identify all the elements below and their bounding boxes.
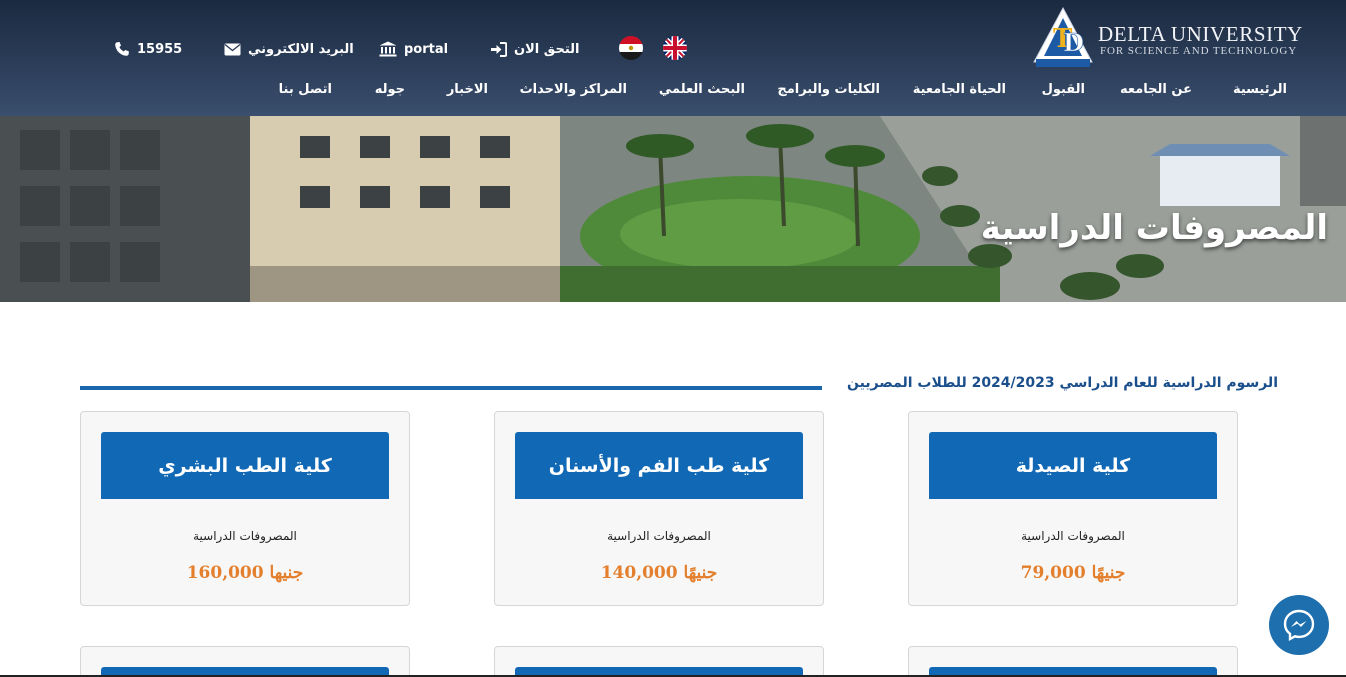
- nav-item-centers[interactable]: المراكز والاحداث: [520, 82, 627, 97]
- fee-card-title[interactable]: كلية طب الفم والأسنان: [515, 432, 803, 499]
- fee-card-label: المصروفات الدراسية: [193, 529, 297, 543]
- email-label: البريد الالكتروني: [248, 41, 354, 57]
- fee-card-partial: [908, 646, 1238, 677]
- nav-item-admission[interactable]: القبول: [1042, 82, 1085, 97]
- svg-text:D: D: [1063, 28, 1084, 57]
- nav-item-contact[interactable]: اتصل بنا: [279, 82, 332, 97]
- logo-university-subtitle: FOR SCIENCE AND TECHNOLOGY: [1100, 45, 1298, 57]
- fees-section-heading: الرسوم الدراسية للعام الدراسي 2024/2023 …: [847, 375, 1278, 391]
- uk-flag-icon: [663, 36, 687, 60]
- phone-link[interactable]: 15955: [114, 36, 182, 62]
- fee-card-price: جنيهًا 79,000: [1020, 563, 1126, 583]
- sign-in-icon: [491, 41, 507, 57]
- page-title: المصروفات الدراسية: [980, 208, 1328, 248]
- nav-item-faculties[interactable]: الكليات والبرامج: [777, 82, 880, 97]
- portal-link[interactable]: portal: [379, 36, 448, 62]
- fee-card-price: جنيهًا 140,000: [600, 563, 718, 583]
- fee-card-label: المصروفات الدراسية: [1021, 529, 1125, 543]
- email-link[interactable]: البريد الالكتروني: [224, 36, 354, 62]
- english-language-flag[interactable]: [663, 36, 687, 60]
- envelope-icon: [224, 43, 241, 55]
- main-nav: الرئيسية عن الجامعه القبول الحياة الجامع…: [0, 82, 1346, 108]
- university-logo[interactable]: T D DELTA UNIVERSITY FOR SCIENCE AND TEC…: [1030, 4, 1330, 70]
- messenger-icon: [1283, 609, 1315, 642]
- egypt-flag-icon: [619, 36, 643, 60]
- fee-card-partial: [80, 646, 410, 677]
- university-logo-mark: T D: [1033, 6, 1093, 67]
- phone-icon: [115, 42, 129, 56]
- nav-item-home[interactable]: الرئيسية: [1233, 82, 1287, 97]
- fee-card-price: جنيها 160,000: [186, 563, 304, 583]
- fee-card-label: المصروفات الدراسية: [607, 529, 711, 543]
- fee-card-dentistry: كلية طب الفم والأسنان المصروفات الدراسية…: [494, 411, 824, 606]
- fee-card-partial: [494, 646, 824, 677]
- portal-label: portal: [404, 41, 449, 57]
- nav-item-research[interactable]: البحث العلمي: [659, 82, 745, 97]
- nav-item-tour[interactable]: جوله: [375, 82, 405, 97]
- section-divider: [80, 386, 822, 390]
- bank-icon: [379, 41, 397, 57]
- fee-card-title[interactable]: كلية الصيدلة: [929, 432, 1217, 499]
- messenger-chat-button[interactable]: [1269, 595, 1329, 655]
- site-header: T D DELTA UNIVERSITY FOR SCIENCE AND TEC…: [0, 0, 1346, 116]
- nav-item-about[interactable]: عن الجامعه: [1120, 82, 1192, 97]
- page-banner: المصروفات الدراسية: [0, 116, 1346, 302]
- arabic-language-flag[interactable]: [619, 36, 643, 60]
- enroll-now-label: التحق الان: [514, 41, 580, 57]
- enroll-now-link[interactable]: التحق الان: [490, 36, 580, 62]
- fee-card-pharmacy: كلية الصيدلة المصروفات الدراسية جنيهًا 7…: [908, 411, 1238, 606]
- nav-item-news[interactable]: الاخبار: [447, 82, 488, 97]
- nav-item-student-life[interactable]: الحياة الجامعية: [913, 82, 1006, 97]
- logo-university-name: DELTA UNIVERSITY: [1098, 22, 1303, 46]
- fee-card-medicine: كلية الطب البشري المصروفات الدراسية جنيه…: [80, 411, 410, 606]
- phone-number: 15955: [137, 41, 183, 57]
- fee-card-title[interactable]: كلية الطب البشري: [101, 432, 389, 499]
